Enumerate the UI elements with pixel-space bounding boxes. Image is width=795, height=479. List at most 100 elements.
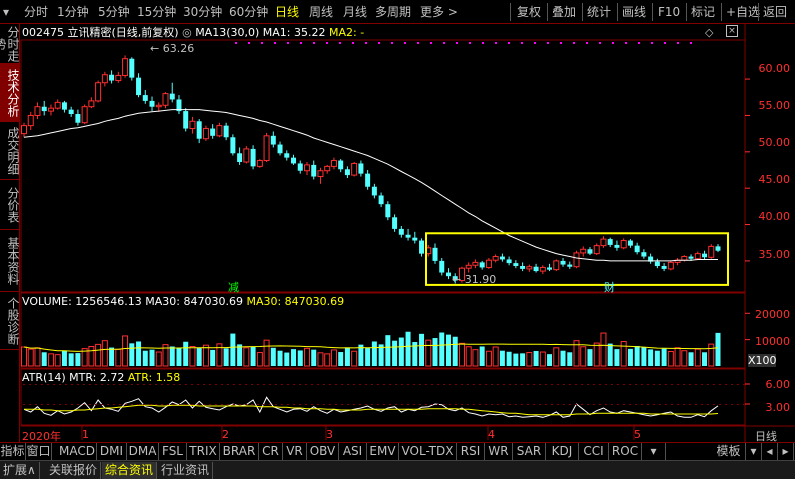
tab-cci[interactable]: CCI — [579, 443, 609, 460]
atr-grid-dot — [191, 404, 193, 405]
event-mark-reduce[interactable]: 减 — [228, 279, 239, 295]
volume-bar-up — [620, 340, 627, 367]
atr-grid-dot — [647, 384, 649, 385]
volume-bar-up — [708, 343, 715, 367]
atr-grid-dot — [521, 404, 523, 405]
expand-button[interactable]: 扩展∧ — [0, 462, 40, 479]
volume-bar-down — [61, 350, 67, 366]
atr-grid-dot — [539, 384, 541, 385]
candle-body-up — [303, 164, 310, 172]
date-month-label: 4 — [488, 428, 495, 441]
event-mark-finance[interactable]: 财 — [604, 279, 615, 295]
tab-vol-tdx[interactable]: VOL-TDX — [399, 443, 457, 460]
candle-body-up — [317, 170, 324, 178]
guide-dot — [521, 42, 523, 44]
volume-bar-up — [465, 346, 472, 367]
atr-grid-dot — [371, 404, 373, 405]
candle-body-up — [243, 148, 250, 163]
volume-bar-down — [641, 347, 647, 366]
candle-body-up — [351, 162, 358, 176]
candle-body-down — [61, 102, 67, 110]
volume-bar-up — [580, 346, 587, 367]
guide-dot — [560, 42, 562, 44]
tab-indicator[interactable]: 指标 — [0, 443, 26, 460]
scroll-left-icon[interactable]: ◂ — [762, 443, 778, 460]
atr-grid-dot — [107, 404, 109, 405]
tab-wr[interactable]: WR — [485, 443, 513, 460]
guide-dot — [365, 42, 367, 44]
volume-bar-up — [27, 348, 34, 367]
tab-fsl[interactable]: FSL — [159, 443, 187, 460]
atr-grid-dot — [545, 404, 547, 405]
atr-grid-dot — [257, 384, 259, 385]
atr-grid-dot — [665, 384, 667, 385]
low-price-label: ← 31.90 — [452, 273, 497, 286]
atr-grid-dot — [587, 404, 589, 405]
close-icon[interactable]: × — [726, 25, 738, 37]
atr-grid-dot — [263, 404, 265, 405]
tab-vr[interactable]: VR — [283, 443, 307, 460]
news-tab[interactable]: 综合资讯 — [102, 462, 158, 479]
tab-window[interactable]: 窗口 — [26, 443, 52, 460]
bottom-status-bar: 扩展∧ 关联报价 综合资讯 行业资讯 — [0, 460, 795, 479]
tab-obv[interactable]: OBV — [307, 443, 339, 460]
volume-bar-down — [405, 331, 411, 366]
tab-brar[interactable]: BRAR — [220, 443, 259, 460]
atr-grid-dot — [89, 404, 91, 405]
atr-grid-dot — [551, 404, 553, 405]
volume-bar-up — [303, 347, 310, 367]
guide-dot — [677, 42, 679, 44]
tab-roc[interactable]: ROC — [609, 443, 642, 460]
volume-bar-down — [398, 337, 404, 366]
volume-bar-up — [667, 351, 674, 367]
atr-grid-dot — [497, 384, 499, 385]
atr-grid-dot — [623, 404, 625, 405]
atr-grid-dot — [557, 384, 559, 385]
settings-circle-icon[interactable]: ◎ — [182, 26, 192, 39]
low-price-value: 31.90 — [464, 273, 497, 286]
candle-body-up — [573, 252, 580, 268]
volume-bar-up — [202, 344, 209, 367]
tab-macd[interactable]: MACD — [58, 443, 97, 460]
price-tick: 40.00 — [758, 210, 791, 223]
atr-grid-dot — [311, 384, 313, 385]
atr-grid-dot — [323, 384, 325, 385]
scroll-right-icon[interactable]: ▸ — [778, 443, 794, 460]
industry-news-tab[interactable]: 行业资讯 — [158, 462, 214, 479]
atr-grid-dot — [713, 404, 715, 405]
tab-dma[interactable]: DMA — [127, 443, 159, 460]
guide-dot — [352, 42, 354, 44]
tab-emv[interactable]: EMV — [367, 443, 399, 460]
volume-bar-up — [122, 335, 129, 367]
diamond-icon[interactable]: ◇ — [705, 26, 713, 39]
atr-grid-dot — [185, 384, 187, 385]
tab-asi[interactable]: ASI — [339, 443, 367, 460]
volume-value: VOLUME: 1256546.13 — [22, 295, 142, 308]
template-button[interactable]: 模板 — [712, 443, 746, 460]
more-indicators-icon[interactable]: ▾ — [642, 443, 666, 460]
guide-dot — [287, 42, 289, 44]
atr-grid-dot — [551, 384, 553, 385]
tab-sar[interactable]: SAR — [513, 443, 546, 460]
volume-bar-down — [277, 350, 283, 366]
tab-kdj[interactable]: KDJ — [546, 443, 579, 460]
candle-body-up — [202, 128, 209, 140]
atr-grid-dot — [101, 404, 103, 405]
template-dropdown-icon[interactable]: ▾ — [746, 443, 762, 460]
candle-body-down — [75, 114, 81, 123]
chart-canvas[interactable] — [0, 0, 795, 479]
tab-trix[interactable]: TRIX — [187, 443, 220, 460]
tab-cr[interactable]: CR — [259, 443, 283, 460]
atr-tick: 3.00 — [765, 401, 791, 414]
tab-rsi[interactable]: RSI — [457, 443, 485, 460]
volume-bar-up — [694, 348, 701, 367]
atr-grid-dot — [605, 384, 607, 385]
atr-grid-dot — [593, 404, 595, 405]
atr-grid-dot — [311, 404, 313, 405]
atr-grid-dot — [467, 404, 469, 405]
high-price-value: 63.26 — [162, 42, 195, 55]
related-quotes-tab[interactable]: 关联报价 — [46, 462, 102, 479]
atr-grid-dot — [707, 384, 709, 385]
atr-grid-dot — [479, 384, 481, 385]
tab-dmi[interactable]: DMI — [97, 443, 127, 460]
